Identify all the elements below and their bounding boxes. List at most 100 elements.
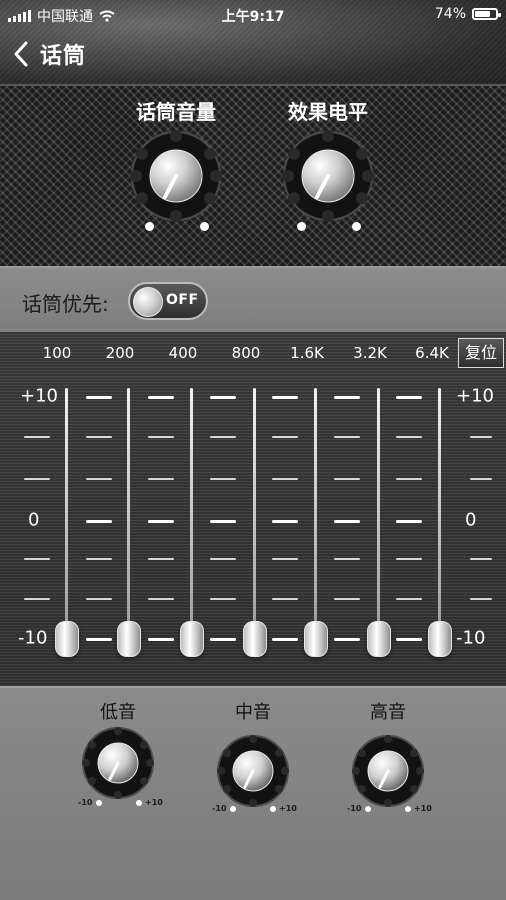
eq-slider-track[interactable] (377, 388, 380, 638)
mic-volume-knob[interactable] (130, 130, 222, 222)
eq-tick (470, 598, 492, 600)
scale-left-bottom: -10 (18, 627, 48, 649)
eq-tick (272, 638, 298, 641)
mic-priority-row: 话筒优先: OFF (0, 266, 506, 336)
eq-tick (272, 558, 298, 560)
bass-max-label: +10 (145, 798, 163, 807)
mic-priority-label: 话筒优先: (22, 292, 109, 316)
eq-tick (210, 598, 236, 600)
eq-tick (334, 558, 360, 560)
eq-tick (24, 436, 50, 438)
eq-tick (210, 520, 236, 523)
mid-max-label: +10 (279, 804, 297, 813)
bass-knob[interactable] (81, 726, 155, 800)
effect-level-label: 效果电平 (288, 100, 368, 124)
mic-volume-label: 话筒音量 (136, 100, 216, 124)
eq-tick (86, 558, 112, 560)
header: 中国联通 上午9:17 74% 话筒 (0, 0, 506, 84)
status-right: 74% (434, 6, 501, 22)
eq-slider-handle-2[interactable] (117, 621, 141, 657)
mic-settings-screen: 中国联通 上午9:17 74% 话筒 话筒音量 效果电平 话筒优先: OFF 1… (0, 0, 506, 900)
eq-slider-track[interactable] (253, 388, 256, 638)
eq-slider-handle-3[interactable] (180, 621, 204, 657)
status-time: 上午9:17 (221, 9, 285, 25)
eq-tick (272, 436, 298, 438)
eq-tick (148, 598, 174, 600)
eq-tick (148, 396, 174, 399)
eq-slider-handle-4[interactable] (243, 621, 267, 657)
eq-tick (396, 478, 422, 480)
eq-tick (210, 638, 236, 641)
back-nav[interactable]: 话筒 (10, 38, 86, 70)
bass-min-label: -10 (78, 798, 93, 807)
band-label-6-4k: 6.4K (415, 344, 449, 362)
mid-knob[interactable] (216, 734, 290, 808)
eq-slider-track[interactable] (438, 388, 441, 638)
eq-tick (86, 478, 112, 480)
eq-tick (148, 520, 174, 523)
eq-tick (272, 478, 298, 480)
band-label-3-2k: 3.2K (353, 344, 387, 362)
mid-max-dot (270, 806, 276, 812)
effect-level-knob[interactable] (282, 130, 374, 222)
eq-tick (210, 478, 236, 480)
mid-label: 中音 (235, 702, 271, 723)
battery-level (475, 11, 490, 17)
band-label-400: 400 (168, 344, 198, 362)
effect-level-min-dot (297, 222, 306, 231)
eq-tick (24, 558, 50, 560)
eq-tick (272, 396, 298, 399)
scale-right-bottom: -10 (456, 627, 486, 649)
eq-slider-handle-5[interactable] (304, 621, 328, 657)
treble-max-label: +10 (414, 804, 432, 813)
mic-knob-panel: 话筒音量 效果电平 (0, 84, 506, 268)
eq-tick (86, 598, 112, 600)
eq-slider-track[interactable] (314, 388, 317, 638)
mid-min-label: -10 (212, 804, 227, 813)
eq-tick (210, 436, 236, 438)
toggle-thumb[interactable] (133, 287, 163, 317)
eq-slider-handle-1[interactable] (55, 621, 79, 657)
treble-min-dot (365, 806, 371, 812)
eq-tick (334, 478, 360, 480)
battery-percent: 74% (434, 6, 466, 22)
status-bar: 中国联通 上午9:17 74% (0, 0, 506, 28)
eq-tick (86, 436, 112, 438)
bass-label: 低音 (100, 702, 136, 723)
eq-tick (334, 638, 360, 641)
back-label[interactable]: 话筒 (40, 38, 86, 70)
eq-slider-handle-7[interactable] (428, 621, 452, 657)
toggle-state-text: OFF (166, 292, 199, 308)
eq-tick (210, 558, 236, 560)
mic-volume-max-dot (200, 222, 209, 231)
battery-icon (472, 8, 501, 20)
band-label-1-6k: 1.6K (290, 344, 324, 362)
scale-right-top: +10 (456, 385, 494, 407)
eq-slider-handle-6[interactable] (367, 621, 391, 657)
eq-slider-track[interactable] (127, 388, 130, 638)
eq-tick (334, 520, 360, 523)
eq-slider-track[interactable] (190, 388, 193, 638)
mid-min-dot (230, 806, 236, 812)
chevron-left-icon[interactable] (10, 39, 32, 69)
effect-level-max-dot (352, 222, 361, 231)
bass-max-dot (136, 800, 142, 806)
treble-knob[interactable] (351, 734, 425, 808)
mic-priority-toggle[interactable]: OFF (128, 282, 208, 320)
mic-volume-min-dot (145, 222, 154, 231)
eq-tick (86, 520, 112, 523)
scale-left-mid: 0 (28, 509, 40, 531)
eq-slider-track[interactable] (65, 388, 68, 638)
treble-min-label: -10 (347, 804, 362, 813)
band-label-800: 800 (231, 344, 261, 362)
eq-tick (470, 436, 492, 438)
eq-tick (24, 598, 50, 600)
eq-tick (334, 436, 360, 438)
eq-tick (272, 520, 298, 523)
eq-tick (396, 520, 422, 523)
eq-tick (148, 478, 174, 480)
reset-button[interactable]: 复位 (458, 338, 504, 368)
eq-tick (396, 598, 422, 600)
eq-tick (272, 598, 298, 600)
eq-tick (24, 478, 50, 480)
